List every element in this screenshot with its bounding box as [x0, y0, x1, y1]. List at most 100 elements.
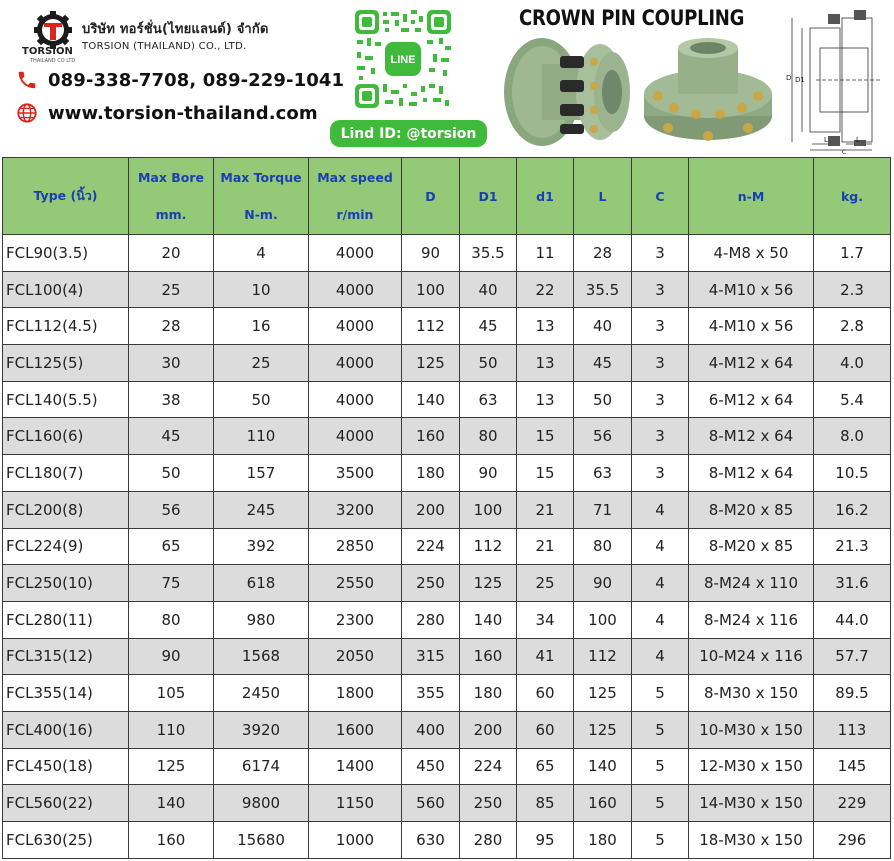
col-header-l: L	[573, 157, 632, 235]
table-cell: 618	[213, 564, 309, 602]
table-cell: 25	[213, 344, 309, 382]
table-cell: 10	[213, 270, 309, 309]
table-row: FCL400(16) 110 3920 1600 400 200 60 125 5 10-M30 …	[2, 710, 891, 749]
logo-subtext: THAILAND CO LTD	[30, 58, 76, 64]
table-cell: 1.7	[813, 234, 891, 272]
col-header-type: Type (นิ้ว)	[2, 157, 129, 235]
company-name-en: TORSION (THAILAND) CO., LTD.	[82, 41, 247, 52]
col-header-kg: kg.	[813, 157, 891, 235]
table-cell: 50	[213, 380, 309, 419]
table-cell: 63	[459, 380, 517, 419]
phone-contact[interactable]: 089-338-7708, 089-229-1041	[16, 69, 344, 91]
table-cell: 80	[128, 600, 214, 639]
table-cell: 15	[516, 454, 574, 492]
table-cell: 296	[813, 821, 891, 859]
table-cell: 44.0	[813, 600, 891, 639]
table-row: FCL180(7) 50 157 3500 180 90 15 63 3 8-M12 x 64 10…	[2, 454, 891, 492]
coupling-photo-front	[644, 38, 772, 141]
table-cell: 45	[459, 307, 517, 346]
table-cell: 4000	[308, 417, 402, 456]
table-cell: FCL250(10)	[2, 564, 129, 602]
drawing-label-l-right: L	[856, 136, 860, 144]
table-cell: 90	[401, 234, 460, 272]
table-cell: FCL315(12)	[2, 637, 129, 676]
table-cell: 4000	[308, 380, 402, 419]
table-cell: 15680	[213, 821, 309, 859]
globe-icon	[17, 103, 37, 123]
table-cell: 5	[631, 674, 689, 712]
table-cell: 8.0	[813, 417, 891, 456]
table-cell: 45	[573, 344, 632, 382]
table-row: FCL112(4.5) 28 16 4000 112 45 13 40 3 4-M10 x 56 2…	[2, 307, 891, 346]
table-cell: 60	[516, 710, 574, 749]
table-row: FCL125(5) 30 25 4000 125 50 13 45 3 4-M12 x 64 4.0	[2, 344, 891, 382]
table-cell: 4	[213, 234, 309, 272]
logo-wordmark: TORSION	[22, 46, 73, 57]
table-cell: 560	[401, 784, 460, 822]
table-cell: 8-M20 x 85	[688, 527, 814, 566]
drawing-label-d1: D1	[795, 76, 805, 84]
table-cell: FCL560(22)	[2, 784, 129, 822]
table-cell: 11	[516, 234, 574, 272]
table-cell: 392	[213, 527, 309, 566]
table-cell: 8-M30 x 150	[688, 674, 814, 712]
table-cell: FCL100(4)	[2, 270, 129, 309]
table-row: FCL315(12) 90 1568 2050 315 160 41 112 4 10-M24 x…	[2, 637, 891, 676]
table-cell: 157	[213, 454, 309, 492]
table-cell: 21	[516, 490, 574, 529]
table-cell: 4-M10 x 56	[688, 307, 814, 346]
website-url: www.torsion-thailand.com	[48, 102, 318, 124]
table-cell: 75	[128, 564, 214, 602]
table-cell: 95	[516, 821, 574, 859]
table-cell: 10.5	[813, 454, 891, 492]
table-cell: 2.3	[813, 270, 891, 309]
table-cell: 21.3	[813, 527, 891, 566]
table-cell: 5.4	[813, 380, 891, 419]
product-title: CROWN PIN COUPLING	[519, 6, 745, 30]
table-cell: 21	[516, 527, 574, 566]
line-qr-code[interactable]: LINE	[353, 8, 453, 110]
table-cell: 85	[516, 784, 574, 822]
col-header-d: D	[401, 157, 460, 235]
table-cell: 315	[401, 637, 460, 676]
table-cell: 57.7	[813, 637, 891, 676]
table-cell: 3	[631, 307, 689, 346]
col-header-max-torque: Max Torque N-m.	[213, 157, 309, 235]
phone-number: 089-338-7708, 089-229-1041	[48, 69, 345, 91]
table-cell: 40	[459, 270, 517, 309]
table-cell: 180	[401, 454, 460, 492]
table-cell: 1400	[308, 747, 402, 786]
table-cell: 100	[573, 600, 632, 639]
table-cell: 100	[459, 490, 517, 529]
table-cell: FCL125(5)	[2, 344, 129, 382]
table-cell: 630	[401, 821, 460, 859]
table-cell: 4.0	[813, 344, 891, 382]
coupling-photo-side	[504, 38, 630, 146]
table-row: FCL140(5.5) 38 50 4000 140 63 13 50 3 6-M12 x 64 5…	[2, 380, 891, 419]
table-cell: FCL450(18)	[2, 747, 129, 786]
table-cell: 110	[128, 710, 214, 749]
table-cell: 63	[573, 454, 632, 492]
table-cell: 4	[631, 564, 689, 602]
table-cell: 6-M12 x 64	[688, 380, 814, 419]
table-cell: 1000	[308, 821, 402, 859]
table-cell: 250	[459, 784, 517, 822]
table-cell: FCL224(9)	[2, 527, 129, 566]
table-cell: 35.5	[573, 270, 632, 309]
table-cell: 400	[401, 710, 460, 749]
table-cell: 200	[401, 490, 460, 529]
table-cell: 2550	[308, 564, 402, 602]
table-cell: 112	[573, 637, 632, 676]
table-cell: FCL160(6)	[2, 417, 129, 456]
table-cell: FCL280(11)	[2, 600, 129, 639]
table-cell: 125	[401, 344, 460, 382]
line-id-badge[interactable]: Lind ID: @torsion	[330, 120, 487, 147]
website-contact[interactable]: www.torsion-thailand.com	[16, 102, 318, 124]
table-cell: 8-M24 x 110	[688, 564, 814, 602]
table-cell: 80	[459, 417, 517, 456]
table-cell: 3	[631, 380, 689, 419]
table-cell: 3500	[308, 454, 402, 492]
table-cell: 4	[631, 527, 689, 566]
table-cell: 3	[631, 344, 689, 382]
table-cell: 4	[631, 600, 689, 639]
